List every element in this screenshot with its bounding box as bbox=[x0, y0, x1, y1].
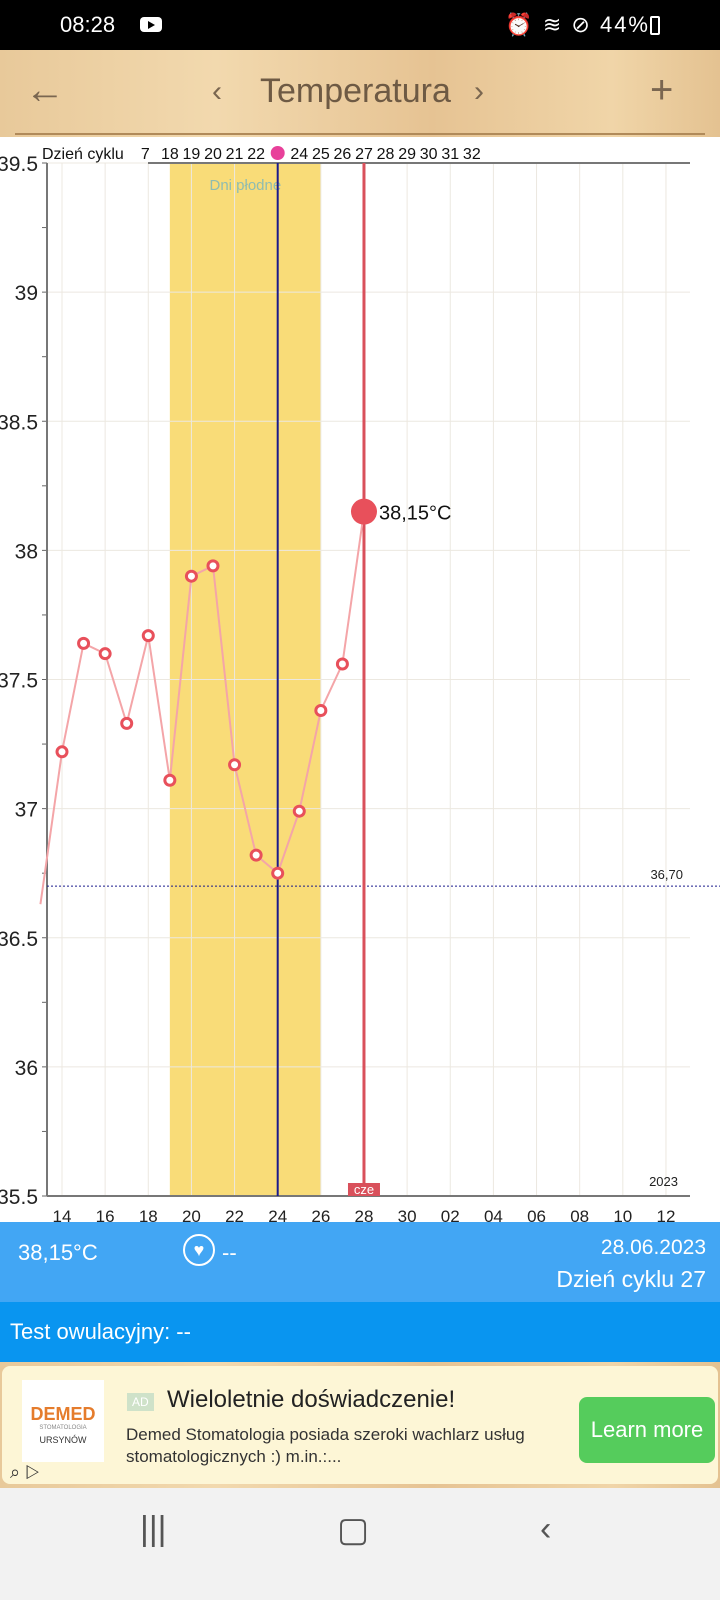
ad-logo: DEMED STOMATOLOGIA URSYNÓW bbox=[22, 1380, 104, 1462]
cycle-day-number: 28 bbox=[377, 146, 395, 163]
cycle-day-number: 26 bbox=[334, 146, 352, 163]
x-tick-label: 24 bbox=[268, 1207, 287, 1222]
x-tick-label: 18 bbox=[139, 1207, 158, 1222]
logo-sub: STOMATOLOGIA bbox=[39, 1425, 87, 1431]
cycle-day-number: 30 bbox=[420, 146, 438, 163]
cycle-day-number: 31 bbox=[441, 146, 459, 163]
data-point bbox=[249, 848, 263, 862]
x-tick-label: 12 bbox=[656, 1207, 675, 1222]
x-tick-label: 26 bbox=[311, 1207, 330, 1222]
y-tick-label: 37.5 bbox=[0, 670, 38, 693]
cycle-day-number: 27 bbox=[355, 146, 373, 163]
cycle-day-number: 25 bbox=[312, 146, 330, 163]
cycle-day-number: 22 bbox=[247, 146, 265, 163]
divider bbox=[15, 133, 705, 135]
cycle-day-number: 19 bbox=[183, 146, 201, 163]
page-title: Temperatura bbox=[260, 72, 451, 110]
data-point bbox=[292, 804, 306, 818]
x-tick-label: 10 bbox=[613, 1207, 632, 1222]
cycle-day-number: 21 bbox=[226, 146, 244, 163]
recent-apps-icon[interactable]: ||| bbox=[140, 1510, 167, 1549]
cycle-day-number: 20 bbox=[204, 146, 222, 163]
x-tick-label: 22 bbox=[225, 1207, 244, 1222]
cycle-day: Dzień cyklu 27 bbox=[556, 1266, 706, 1292]
y-tick-label: 38.5 bbox=[0, 411, 38, 434]
plus-icon[interactable]: + bbox=[650, 68, 673, 113]
temperature-chart[interactable]: Dni płodne 39.5 39 38.5 38 37.5 37 36.5 36 35.5 14… bbox=[0, 137, 720, 1222]
system-nav-bar: ||| ▢ ‹ bbox=[0, 1488, 720, 1600]
data-point bbox=[314, 703, 328, 717]
heart-icon[interactable]: ♥ bbox=[183, 1234, 215, 1266]
chevron-left-icon[interactable]: ‹ bbox=[212, 75, 222, 109]
data-point bbox=[141, 629, 155, 643]
data-point bbox=[228, 758, 242, 772]
back-icon[interactable]: ‹ bbox=[540, 1510, 551, 1549]
ad-title[interactable]: Wieloletnie doświadczenie! bbox=[167, 1386, 455, 1414]
chevron-right-icon[interactable]: › bbox=[474, 75, 484, 109]
y-tick-label: 39.5 bbox=[0, 153, 38, 176]
fertile-label: Dni płodne bbox=[209, 177, 281, 194]
cycle-day-number: 7 bbox=[141, 146, 150, 163]
y-tick-label: 36.5 bbox=[0, 928, 38, 951]
logo-place: URSYNÓW bbox=[39, 1435, 87, 1445]
app-header: ← ‹ Temperatura › + bbox=[0, 50, 720, 137]
selected-date: 28.06.2023 bbox=[600, 1236, 706, 1259]
x-tick-label: 06 bbox=[527, 1207, 546, 1222]
learn-more-button[interactable]: Learn more bbox=[579, 1397, 715, 1463]
ad-badge: AD bbox=[127, 1393, 154, 1411]
cycle-day-number: 18 bbox=[161, 146, 179, 163]
data-point bbox=[184, 569, 198, 583]
intercourse-value: -- bbox=[222, 1240, 237, 1265]
y-tick-label: 39 bbox=[15, 282, 38, 305]
battery-level: 44% bbox=[599, 12, 650, 37]
ovulation-test[interactable]: Test owulacyjny: -- bbox=[0, 1302, 720, 1362]
ad-banner[interactable]: DEMED STOMATOLOGIA URSYNÓW AD Wieloletni… bbox=[0, 1362, 720, 1488]
ad-card[interactable]: DEMED STOMATOLOGIA URSYNÓW AD Wieloletni… bbox=[2, 1366, 718, 1484]
status-bar: 08:28 ⏰ ≋ ⊘ 44% bbox=[0, 0, 720, 50]
x-tick-label: 14 bbox=[53, 1207, 72, 1222]
cycle-day-number: 32 bbox=[463, 146, 481, 163]
arrow-left-icon[interactable]: ← bbox=[25, 68, 65, 113]
reference-label: 36,70 bbox=[650, 867, 683, 882]
cycle-day-number: 24 bbox=[290, 146, 308, 163]
battery-icon bbox=[650, 16, 660, 35]
cycle-day-number: 29 bbox=[398, 146, 416, 163]
data-point bbox=[98, 647, 112, 661]
logo-name: DEMED bbox=[30, 1404, 96, 1424]
cycle-day-label: Dzień cyklu bbox=[42, 146, 124, 163]
y-tick-label: 37 bbox=[15, 799, 38, 822]
data-point bbox=[77, 636, 91, 650]
y-tick-label: 36 bbox=[15, 1057, 38, 1080]
status-icons: ⏰ ≋ ⊘ 44% bbox=[505, 12, 650, 37]
year-label: 2023 bbox=[649, 1174, 678, 1189]
y-tick-label: 38 bbox=[15, 540, 38, 563]
ad-choices-icon[interactable]: ⌕ ▷ bbox=[10, 1462, 39, 1483]
y-tick-label: 35.5 bbox=[0, 1186, 38, 1209]
data-point bbox=[206, 559, 220, 573]
home-icon[interactable]: ▢ bbox=[337, 1510, 369, 1550]
x-tick-label: 30 bbox=[398, 1207, 417, 1222]
x-tick-label: 02 bbox=[441, 1207, 460, 1222]
data-point bbox=[55, 745, 69, 759]
data-point bbox=[271, 866, 285, 880]
ovulation-icon bbox=[270, 146, 285, 160]
x-tick-label: 16 bbox=[96, 1207, 115, 1222]
clock: 08:28 bbox=[60, 12, 116, 37]
selected-day-label: cze bbox=[354, 1182, 374, 1197]
info-bar: 38,15°C ♥ -- 28.06.2023 Dzień cyklu 27 bbox=[0, 1222, 720, 1302]
youtube-icon bbox=[140, 17, 162, 32]
selected-point bbox=[350, 498, 377, 525]
ad-description: Demed Stomatologia posiada szeroki wachl… bbox=[126, 1425, 525, 1466]
data-point bbox=[335, 657, 349, 671]
selected-temperature: 38,15°C bbox=[18, 1240, 98, 1265]
x-tick-label: 28 bbox=[355, 1207, 374, 1222]
x-tick-label: 20 bbox=[182, 1207, 201, 1222]
x-tick-label: 08 bbox=[570, 1207, 589, 1222]
data-point bbox=[120, 716, 134, 730]
x-tick-label: 04 bbox=[484, 1207, 503, 1222]
selected-point-label: 38,15°C bbox=[379, 503, 452, 525]
data-point bbox=[163, 773, 177, 787]
